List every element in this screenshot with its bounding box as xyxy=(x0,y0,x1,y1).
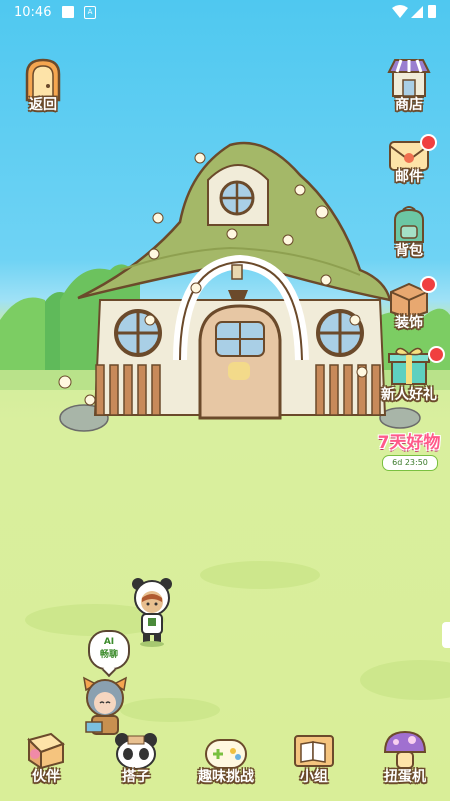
gacha-mushroom-icon xyxy=(383,730,427,769)
backpack-label: 背包 xyxy=(395,243,423,259)
mail-button[interactable]: 邮件 xyxy=(384,132,437,188)
ai-chat-bubble[interactable]: AI 畅聊 xyxy=(88,630,130,670)
nav-group[interactable]: 小组 xyxy=(286,730,342,788)
side-drawer-handle[interactable] xyxy=(442,622,450,648)
back-label: 返回 xyxy=(29,97,57,113)
nav-group-label: 小组 xyxy=(300,769,328,785)
seven-day-promo[interactable]: 7天好物 6d 23:50 xyxy=(376,428,442,472)
mail-label: 邮件 xyxy=(395,169,423,185)
nav-buddy-label: 搭子 xyxy=(122,769,150,785)
game-scene: { "status_bar": {"time": "10:46", "a_ico… xyxy=(0,0,450,801)
nav-partner-label: 伙伴 xyxy=(32,769,60,785)
panda-icon xyxy=(115,733,157,770)
newbie-gift-button[interactable]: 新人好礼 xyxy=(372,344,446,404)
nav-gacha-label: 扭蛋机 xyxy=(384,769,426,785)
gift-icon xyxy=(388,347,430,385)
back-button[interactable]: 返回 xyxy=(20,58,66,116)
promo-title: 7天好物 xyxy=(377,433,441,453)
ai-chat-line1: AI xyxy=(103,637,115,647)
shop-icon xyxy=(387,59,431,97)
decoration-badge xyxy=(420,276,437,293)
panda-costume-character[interactable] xyxy=(132,578,172,648)
decoration-label: 装饰 xyxy=(395,315,423,331)
nav-buddy[interactable]: 搭子 xyxy=(106,730,166,788)
promo-timer: 6d 23:50 xyxy=(382,455,438,471)
decoration-button[interactable]: 装饰 xyxy=(384,276,437,334)
ai-chat-line2: 畅聊 xyxy=(99,650,118,660)
partner-book-icon xyxy=(27,732,65,770)
gift-badge xyxy=(428,346,445,363)
nav-gacha[interactable]: 扭蛋机 xyxy=(372,730,438,788)
backpack-button[interactable]: 背包 xyxy=(384,204,434,262)
newbie-gift-label: 新人好礼 xyxy=(381,387,437,403)
shop-label: 商店 xyxy=(395,97,423,113)
shop-button[interactable]: 商店 xyxy=(384,58,434,114)
mail-badge xyxy=(420,134,437,151)
nav-fun-challenge-label: 趣味挑战 xyxy=(198,769,254,785)
nav-fun-challenge[interactable]: 趣味挑战 xyxy=(190,730,262,788)
nav-partner[interactable]: 伙伴 xyxy=(18,730,74,788)
